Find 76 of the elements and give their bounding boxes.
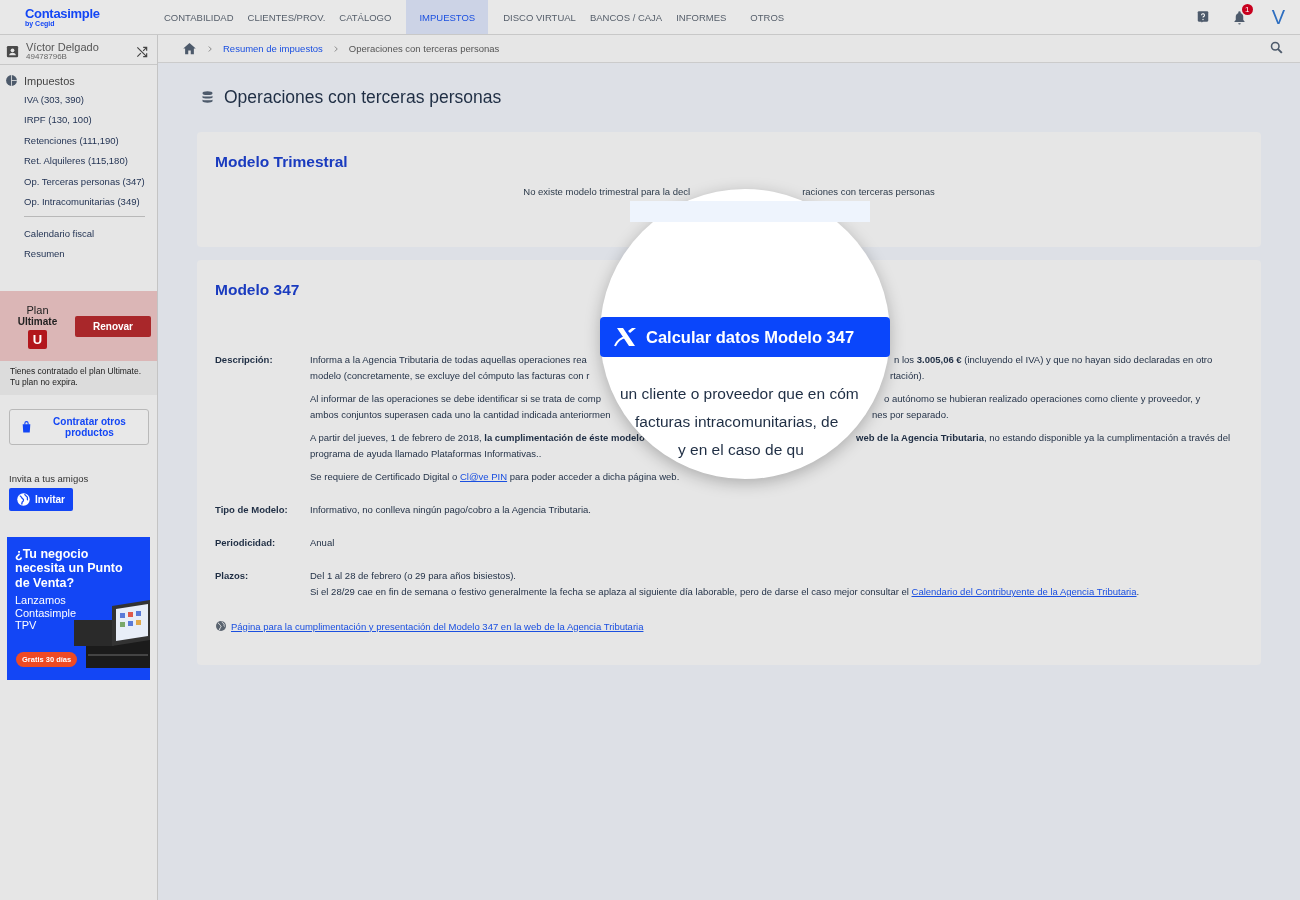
sidebar-item[interactable]: IRPF (130, 100): [0, 109, 157, 130]
field-label: Plazos:: [215, 569, 250, 583]
magnified-text: y en el caso de qu: [678, 441, 804, 459]
detail-text: programa de ayuda llamado Plataformas Informativas..: [310, 448, 542, 459]
detail-text: Si el 28/29 cae en fin de semana o festivo generalmente la fecha se aplaza al siguiente día laborable, pero de darse el caso mejor consultar el Calendario del Contribuyente de la Agencia Tributaria.: [310, 586, 1140, 597]
nav-tab[interactable]: CATÁLOGO: [332, 0, 399, 34]
description-text: Al informar de las operaciones se debe identificar si se trata de comp: [310, 392, 601, 406]
field-label: Periodicidad:: [215, 536, 277, 550]
detail-text: Se requiere de Certificado Digital o Cl@ve PIN para poder acceder a dicha página web.: [310, 471, 680, 482]
text-link[interactable]: Calendario del Contribuyente de la Agencia Tributaria: [911, 586, 1137, 597]
home-icon[interactable]: [182, 41, 197, 56]
nav-tab[interactable]: INFORMES: [669, 0, 734, 34]
promo-text: Lanzamos Contasimple TPV: [15, 594, 78, 632]
nav-tab[interactable]: DISCO VIRTUAL: [496, 0, 583, 34]
description-text: n los 3.005,06 € (incluyendo el IVA) y que no hayan sido declaradas en otro: [894, 353, 1213, 367]
description-text: ambos conjuntos superasen cada uno la cantidad indicada anteriormen: [310, 408, 611, 422]
search-icon[interactable]: [1269, 40, 1284, 55]
magnified-text: un cliente o proveedor que en cóm: [620, 385, 859, 403]
globe-icon: [16, 491, 31, 507]
nav-tab[interactable]: CONTABILIDAD: [157, 0, 241, 34]
breadcrumb-current: Operaciones con terceras personas: [348, 43, 500, 54]
user-name: Víctor Delgado: [26, 42, 100, 53]
user-avatar[interactable]: V: [1268, 5, 1288, 29]
user-id: 49478796B: [26, 53, 67, 61]
description-text: nes por separado.: [872, 408, 949, 422]
text-link[interactable]: Cl@ve PIN: [460, 471, 508, 482]
description-text: web de la Agencia Tributaria, no estando disponible ya la cumplimentación a través del: [856, 431, 1231, 445]
sidebar-item[interactable]: IVA (303, 390): [0, 89, 157, 110]
products-button[interactable]: Contratar otros productos: [9, 408, 149, 445]
contact-card-icon: [5, 44, 20, 59]
detail-text: Informativo, no conlleva ningún pago/cobro a la Agencia Tributaria.: [310, 504, 591, 515]
sidebar-item[interactable]: Op. Intracomunitarias (349): [0, 191, 157, 212]
description-text: o autónomo se hubieran realizado operaciones como cliente y proveedor, y: [884, 392, 1201, 406]
empty-message: No existe modelo trimestral para la decl: [523, 186, 691, 197]
card-title: Modelo Trimestral: [215, 152, 349, 172]
plan-name: Ultimate: [17, 315, 58, 327]
globe-icon: [215, 620, 227, 632]
sidebar-item[interactable]: Retenciones (111,190): [0, 130, 157, 151]
section-title: Impuestos: [24, 74, 75, 87]
renew-button[interactable]: Renovar: [75, 315, 151, 337]
sidebar-item[interactable]: Resumen: [0, 243, 157, 264]
shuffle-icon[interactable]: [135, 44, 149, 59]
description-text: rtación).: [890, 369, 925, 383]
field-label: Descripción:: [215, 353, 274, 367]
detail-text: Anual: [310, 537, 335, 548]
notification-badge: 1: [1241, 3, 1253, 15]
description-text: Informa a la Agencia Tributaria de todas aquellas operaciones rea: [310, 353, 587, 367]
invite-button[interactable]: Invitar: [9, 487, 73, 511]
empty-message: raciones con terceras personas: [802, 186, 935, 197]
description-text: A partir del jueves, 1 de febrero de 2018, la cumplimentación de éste modelo: [310, 431, 645, 445]
detail-text: Del 1 al 28 de febrero (o 29 para años bisiestos).: [310, 570, 516, 581]
plan-label: Plan: [26, 303, 49, 316]
breadcrumb-link[interactable]: Resumen de impuestos: [223, 43, 323, 54]
page-title: Operaciones con terceras personas: [224, 86, 502, 108]
logo-icon: [614, 327, 638, 347]
text-link[interactable]: Página para la cumplimentación y presentación del Modelo 347 en la web de la Agencia Tributaria: [231, 620, 644, 632]
calculate-button[interactable]: Calcular datos Modelo 347: [600, 317, 890, 357]
nav-tab[interactable]: OTROS: [743, 0, 792, 34]
field-label: Tipo de Modelo:: [215, 503, 289, 517]
sidebar-item[interactable]: Ret. Alquileres (115,180): [0, 150, 157, 171]
card-title: Modelo 347: [215, 280, 301, 300]
pie-chart-icon: [5, 74, 18, 87]
nav-tab[interactable]: BANCOS / CAJA: [582, 0, 670, 34]
nav-tab[interactable]: IMPUESTOS: [406, 0, 489, 34]
invite-label: Invita a tus amigos: [9, 472, 90, 484]
help-icon[interactable]: [1195, 10, 1210, 24]
promo-headline: ¿Tu negocio necesita un Punto de Venta?: [15, 546, 124, 591]
nav-tab[interactable]: CLIENTES/PROV.: [240, 0, 333, 34]
sidebar-item[interactable]: Calendario fiscal: [0, 223, 157, 244]
plan-badge: U: [28, 329, 47, 349]
magnified-text: facturas intracomunitarias, de: [635, 413, 839, 431]
shopping-bag-icon: [20, 419, 33, 434]
sidebar-item[interactable]: Op. Terceras personas (347): [0, 171, 157, 192]
database-icon: [200, 89, 215, 105]
plan-note: Tienes contratado el plan Ultimate. Tu plan no expira.: [0, 361, 157, 395]
description-text: modelo (concretamente, se excluye del cómputo las facturas con r: [310, 369, 590, 383]
